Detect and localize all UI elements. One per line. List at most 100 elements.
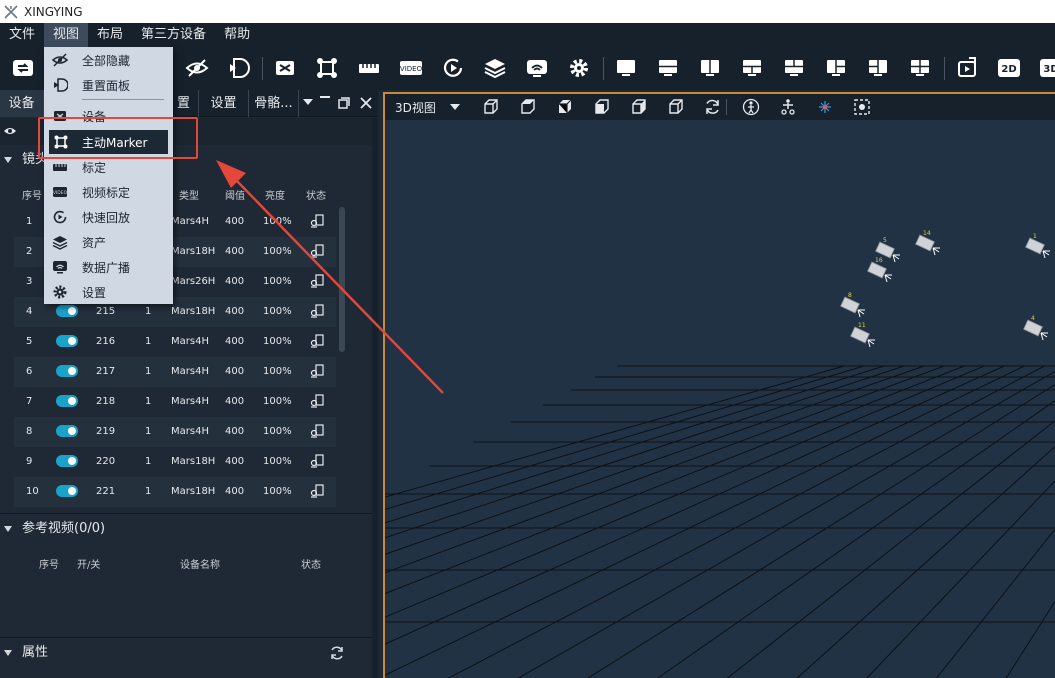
tab-settings[interactable]: 设置	[199, 90, 249, 117]
cell-threshold: 400	[225, 396, 245, 407]
menu-layout[interactable]: 布局	[88, 23, 132, 47]
layout-single-icon[interactable]	[614, 56, 638, 80]
gear-icon[interactable]	[567, 56, 591, 80]
cell-type: Mars18H	[171, 306, 216, 317]
person-icon[interactable]	[742, 98, 760, 116]
layers-icon[interactable]	[483, 56, 507, 80]
record-export-icon[interactable]	[955, 56, 979, 80]
focus-icon[interactable]	[853, 98, 871, 116]
layout-left-right-icon[interactable]	[698, 56, 722, 80]
camera-toggle[interactable]	[56, 455, 78, 467]
close-panel-icon[interactable]	[360, 97, 372, 109]
active-marker-icon[interactable]	[315, 56, 339, 80]
table-row[interactable]: 9 220 1 Mars18H 400 100%	[14, 447, 336, 477]
cell-index: 1	[26, 216, 33, 227]
visibility-icon[interactable]	[3, 124, 17, 138]
view-menu-item-broadcast[interactable]: 数据广播	[44, 255, 173, 279]
tab-skeleton[interactable]: 骨骼...	[249, 90, 299, 117]
camera-icon[interactable]	[273, 56, 297, 80]
camera-toggle[interactable]	[56, 305, 78, 317]
view-3d-icon[interactable]: 3D	[1039, 56, 1055, 80]
camera-toggle[interactable]	[56, 425, 78, 437]
view-3d-title[interactable]: 3D视图	[395, 99, 436, 116]
scene-3d-viewport[interactable]: 5 14 1 16 8 11 4	[385, 120, 1055, 678]
camera-toggle[interactable]	[56, 485, 78, 497]
ref-col-status: 状态	[301, 560, 321, 571]
panel-splitter[interactable]	[372, 118, 378, 678]
reset-panel-icon[interactable]	[226, 56, 250, 80]
view-menu-item-gear[interactable]: 设置	[44, 280, 173, 304]
table-row[interactable]: 5 216 1 Mars4H 400 100%	[14, 327, 336, 357]
menu-view[interactable]: 视图	[44, 23, 89, 47]
menu-help[interactable]: 帮助	[215, 23, 259, 47]
tab-devices[interactable]: 设备	[0, 90, 44, 117]
cell-id: 216	[96, 336, 116, 347]
cell-brightness: 100%	[263, 276, 292, 287]
menu-bar: 文件 视图 布局 第三方设备 帮助	[0, 23, 1055, 47]
cube-left-icon[interactable]	[630, 98, 648, 116]
replay-icon[interactable]	[441, 56, 465, 80]
marker-icon[interactable]	[816, 98, 834, 116]
float-panel-icon[interactable]	[338, 97, 350, 109]
refresh-properties-icon[interactable]	[329, 645, 345, 661]
tabs-overflow-chevron-icon[interactable]	[303, 99, 313, 105]
view-type-dropdown-icon[interactable]	[450, 104, 460, 110]
video-calibration-icon[interactable]: VIDEO	[399, 56, 423, 80]
cell-threshold: 400	[225, 216, 245, 227]
menu-file[interactable]: 文件	[0, 23, 44, 47]
eye-off-icon[interactable]	[185, 56, 209, 80]
view-menu-item-video-calibration[interactable]: VIDEO 视频标定	[44, 180, 173, 204]
scene-camera[interactable]: 1	[1025, 233, 1050, 259]
table-row[interactable]: 10 221 1 Mars18H 400 100%	[14, 477, 336, 507]
skeleton-icon[interactable]	[779, 98, 797, 116]
cube-back-icon[interactable]	[593, 98, 611, 116]
cube-side-icon[interactable]	[556, 98, 574, 116]
ref-video-section-header[interactable]: 参考视频(0/0)	[0, 516, 372, 542]
cube-top-icon[interactable]	[519, 98, 537, 116]
view-menu-item-reset-panel[interactable]: 重置面板	[44, 73, 173, 97]
table-row[interactable]: 7 218 1 Mars4H 400 100%	[14, 387, 336, 417]
view-menu-item-eye-off[interactable]: 全部隐藏	[44, 48, 173, 72]
camera-table-scrollbar[interactable]	[339, 207, 345, 352]
camera-toggle[interactable]	[56, 365, 78, 377]
cell-type: Mars4H	[171, 216, 209, 227]
scene-camera[interactable]: 8	[840, 292, 865, 318]
table-row[interactable]: 6 217 1 Mars4H 400 100%	[14, 357, 336, 387]
scene-camera[interactable]: 11	[850, 322, 875, 348]
scene-camera[interactable]: 16	[867, 257, 892, 283]
layout-top-bottom-icon[interactable]	[656, 56, 680, 80]
camera-status-icon	[310, 454, 324, 468]
cell-group: 1	[145, 426, 152, 437]
layout-four-icon[interactable]	[908, 56, 932, 80]
cell-group: 1	[145, 306, 152, 317]
cell-index: 4	[26, 306, 33, 317]
view-2d-icon[interactable]: 2D	[997, 56, 1021, 80]
menu-third-party-devices[interactable]: 第三方设备	[132, 23, 215, 47]
cube-right-icon[interactable]	[667, 98, 685, 116]
minimize-panel-icon[interactable]	[320, 96, 330, 98]
refresh-icon[interactable]	[704, 98, 722, 116]
ruler-icon[interactable]	[357, 56, 381, 80]
properties-section-header[interactable]: 属性	[0, 640, 372, 666]
camera-status-icon	[310, 214, 324, 228]
cell-group: 1	[145, 366, 152, 377]
scene-camera[interactable]: 4	[1023, 315, 1048, 341]
broadcast-icon[interactable]	[525, 56, 549, 80]
cube-front-icon[interactable]	[482, 98, 500, 116]
layout-three-d-icon[interactable]	[866, 56, 890, 80]
view-menu-item-replay[interactable]: 快速回放	[44, 205, 173, 229]
layout-three-b-icon[interactable]	[782, 56, 806, 80]
camera-toggle[interactable]	[56, 335, 78, 347]
col-header-type: 类型	[179, 191, 199, 202]
cell-brightness: 100%	[263, 486, 292, 497]
table-row[interactable]: 8 219 1 Mars4H 400 100%	[14, 417, 336, 447]
cell-brightness: 100%	[263, 216, 292, 227]
layout-three-a-icon[interactable]	[740, 56, 764, 80]
eye-off-icon	[52, 53, 68, 67]
camera-toggle[interactable]	[56, 395, 78, 407]
cell-type: Mars4H	[171, 396, 209, 407]
layout-three-c-icon[interactable]	[824, 56, 848, 80]
view-menu-item-layers[interactable]: 资产	[44, 230, 173, 254]
open-icon[interactable]	[11, 56, 35, 80]
scene-camera[interactable]: 14	[915, 230, 940, 256]
